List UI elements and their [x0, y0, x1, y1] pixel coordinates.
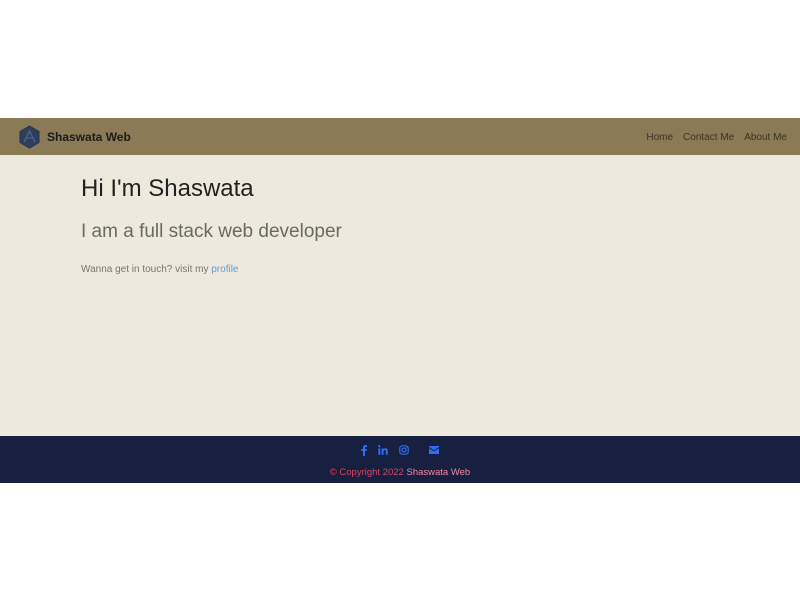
brand-link[interactable]: Shaswata Web	[19, 124, 131, 149]
profile-link[interactable]: profile	[211, 264, 238, 275]
copyright: © Copyright 2022 Shaswata Web	[0, 467, 800, 478]
footer: © Copyright 2022 Shaswata Web	[0, 436, 800, 483]
linkedin-icon[interactable]	[376, 443, 390, 457]
hexagon-logo-icon	[19, 124, 40, 149]
navbar: Shaswata Web Home Contact Me About Me	[0, 118, 800, 155]
contact-prompt: Wanna get in touch? visit my profile	[81, 264, 239, 275]
instagram-icon[interactable]	[397, 443, 411, 457]
nav-link-contact-me[interactable]: Contact Me	[683, 131, 734, 143]
social-links	[0, 443, 800, 457]
nav-links: Home Contact Me About Me	[646, 118, 787, 155]
hero-title: Hi I'm Shaswata	[81, 175, 254, 202]
hero-section: Hi I'm Shaswata I am a full stack web de…	[0, 155, 800, 436]
copyright-brand-link[interactable]: Shaswata Web	[406, 467, 470, 478]
page: Shaswata Web Home Contact Me About Me Hi…	[0, 118, 800, 483]
nav-link-home[interactable]: Home	[646, 131, 673, 143]
contact-prompt-text: Wanna get in touch? visit my	[81, 264, 212, 275]
brand-name: Shaswata Web	[47, 129, 131, 144]
copyright-text: © Copyright 2022	[329, 467, 407, 478]
email-icon[interactable]	[427, 443, 441, 457]
nav-link-about-me[interactable]: About Me	[744, 131, 787, 143]
hero-subtitle: I am a full stack web developer	[81, 221, 342, 242]
facebook-icon[interactable]	[357, 443, 371, 457]
